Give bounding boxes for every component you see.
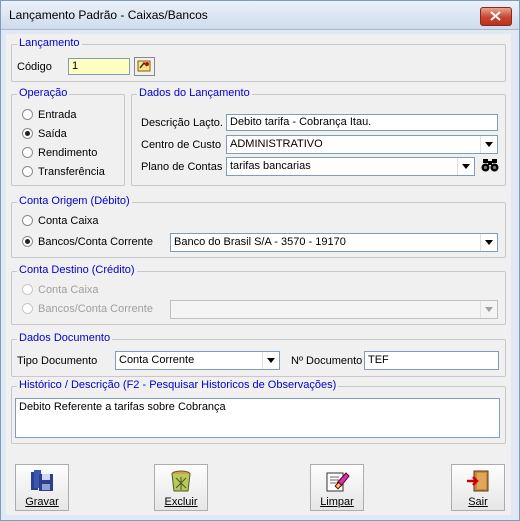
radio-circle [22, 303, 33, 314]
radio-circle [22, 166, 33, 177]
plano-contas-search-button[interactable] [481, 157, 501, 175]
radio-circle [22, 215, 33, 226]
dados-documento-group: Dados Documento Tipo Documento Conta Cor… [11, 332, 506, 377]
eraser-page-icon [326, 472, 350, 492]
limpar-button[interactable]: Limpar [310, 464, 364, 511]
banco-destino-dropdown-button[interactable] [480, 301, 497, 318]
conta-destino-group: Conta Destino (Crédito) Conta Caixa Banc… [11, 264, 506, 325]
radio-rendimento-label: Rendimento [38, 147, 98, 159]
centro-custo-value: ADMINISTRATIVO [230, 138, 323, 150]
radio-entrada[interactable]: Entrada [22, 109, 77, 121]
radio-circle-selected [22, 236, 33, 247]
save-disk-icon [31, 470, 53, 491]
codigo-input[interactable]: 1 [68, 58, 130, 75]
operacao-group: Operação Entrada Saída Rendimento Transf… [11, 87, 125, 186]
dropdown-arrow-icon [462, 164, 470, 169]
search-list-icon [137, 60, 151, 72]
conta-destino-legend: Conta Destino (Crédito) [17, 264, 137, 276]
sair-label-text: Sair [468, 496, 488, 508]
radio-saida-label: Saída [38, 128, 67, 140]
radio-transferencia-label: Transferência [38, 166, 105, 178]
radio-origem-bancos-label: Bancos/Conta Corrente [38, 236, 153, 248]
dados-documento-legend: Dados Documento [17, 332, 113, 344]
dropdown-arrow-icon [485, 240, 493, 245]
descricao-label: Descrição Laçto. [141, 117, 223, 129]
excluir-label: Excluir [155, 496, 207, 508]
radio-destino-bancos-label: Bancos/Conta Corrente [38, 303, 153, 315]
plano-contas-label: Plano de Contas [141, 161, 223, 173]
centro-custo-label: Centro de Custo [141, 139, 222, 151]
historico-textarea[interactable]: Debito Referente a tarifas sobre Cobranç… [15, 398, 500, 438]
banco-origem-value: Banco do Brasil S/A - 3570 - 19170 [174, 236, 346, 248]
dados-lancamento-legend: Dados do Lançamento [137, 87, 252, 99]
radio-destino-bancos[interactable]: Bancos/Conta Corrente [22, 303, 153, 315]
close-button[interactable] [480, 7, 512, 26]
limpar-label: Limpar [311, 496, 363, 508]
radio-origem-bancos[interactable]: Bancos/Conta Corrente [22, 236, 153, 248]
plano-contas-value: tarifas bancarias [230, 160, 311, 172]
window-title: Lançamento Padrão - Caixas/Bancos [9, 8, 208, 22]
radio-saida[interactable]: Saída [22, 128, 67, 140]
lancamento-group: Lançamento Código 1 [11, 37, 506, 82]
gravar-button[interactable]: Gravar [15, 464, 69, 511]
descricao-input[interactable]: Debito tarifa - Cobrança Itau. [226, 114, 498, 131]
codigo-search-button[interactable] [134, 57, 155, 76]
operacao-legend: Operação [17, 87, 70, 99]
close-icon [490, 11, 501, 21]
radio-circle-selected [22, 128, 33, 139]
plano-contas-dropdown-button[interactable] [457, 158, 474, 175]
radio-origem-caixa-label: Conta Caixa [38, 215, 99, 227]
banco-origem-select[interactable]: Banco do Brasil S/A - 3570 - 19170 [170, 233, 498, 252]
dados-lancamento-group: Dados do Lançamento Descrição Laçto. Deb… [131, 87, 506, 186]
banco-destino-select[interactable] [170, 300, 498, 319]
limpar-label-text: Limpar [320, 496, 354, 508]
radio-transferencia[interactable]: Transferência [22, 166, 105, 178]
binoculars-icon [481, 159, 499, 172]
conta-origem-legend: Conta Origem (Débito) [17, 195, 132, 207]
excluir-label-text: Excluir [164, 496, 198, 508]
radio-rendimento[interactable]: Rendimento [22, 147, 97, 159]
dialog-client: Lançamento Código 1 Operação Entrada Saí… [6, 34, 511, 515]
lancamento-legend: Lançamento [17, 37, 82, 49]
exit-door-icon [467, 470, 489, 492]
historico-legend: Histórico / Descrição (F2 - Pesquisar Hi… [17, 379, 339, 391]
codigo-label: Código [17, 61, 52, 73]
trash-icon [171, 470, 191, 492]
banco-origem-dropdown-button[interactable] [480, 234, 497, 251]
radio-circle [22, 109, 33, 120]
sair-button[interactable]: Sair [451, 464, 505, 511]
dropdown-arrow-icon [267, 358, 275, 363]
excluir-button[interactable]: Excluir [154, 464, 208, 511]
conta-origem-group: Conta Origem (Débito) Conta Caixa Bancos… [11, 195, 506, 258]
radio-entrada-label: Entrada [38, 109, 77, 121]
dialog-window: Lançamento Padrão - Caixas/Bancos Lançam… [0, 0, 520, 521]
numero-documento-input[interactable]: TEF [364, 351, 499, 370]
radio-circle [22, 147, 33, 158]
tipo-documento-value: Conta Corrente [119, 354, 195, 366]
gravar-label-text: Gravar [25, 496, 59, 508]
tipo-documento-dropdown-button[interactable] [262, 352, 279, 369]
sair-label: Sair [452, 496, 504, 508]
numero-documento-label: Nº Documento [291, 355, 363, 367]
tipo-documento-select[interactable]: Conta Corrente [115, 351, 280, 370]
title-bar[interactable]: Lançamento Padrão - Caixas/Bancos [1, 1, 519, 30]
gravar-label: Gravar [16, 496, 68, 508]
centro-custo-dropdown-button[interactable] [480, 136, 497, 153]
radio-origem-caixa[interactable]: Conta Caixa [22, 215, 99, 227]
radio-circle [22, 284, 33, 295]
dropdown-arrow-icon [485, 307, 493, 312]
centro-custo-select[interactable]: ADMINISTRATIVO [226, 135, 498, 154]
tipo-documento-label: Tipo Documento [17, 355, 98, 367]
dropdown-arrow-icon [485, 142, 493, 147]
plano-contas-select[interactable]: tarifas bancarias [226, 157, 475, 176]
radio-destino-caixa[interactable]: Conta Caixa [22, 284, 99, 296]
radio-destino-caixa-label: Conta Caixa [38, 284, 99, 296]
historico-group: Histórico / Descrição (F2 - Pesquisar Hi… [11, 379, 506, 444]
